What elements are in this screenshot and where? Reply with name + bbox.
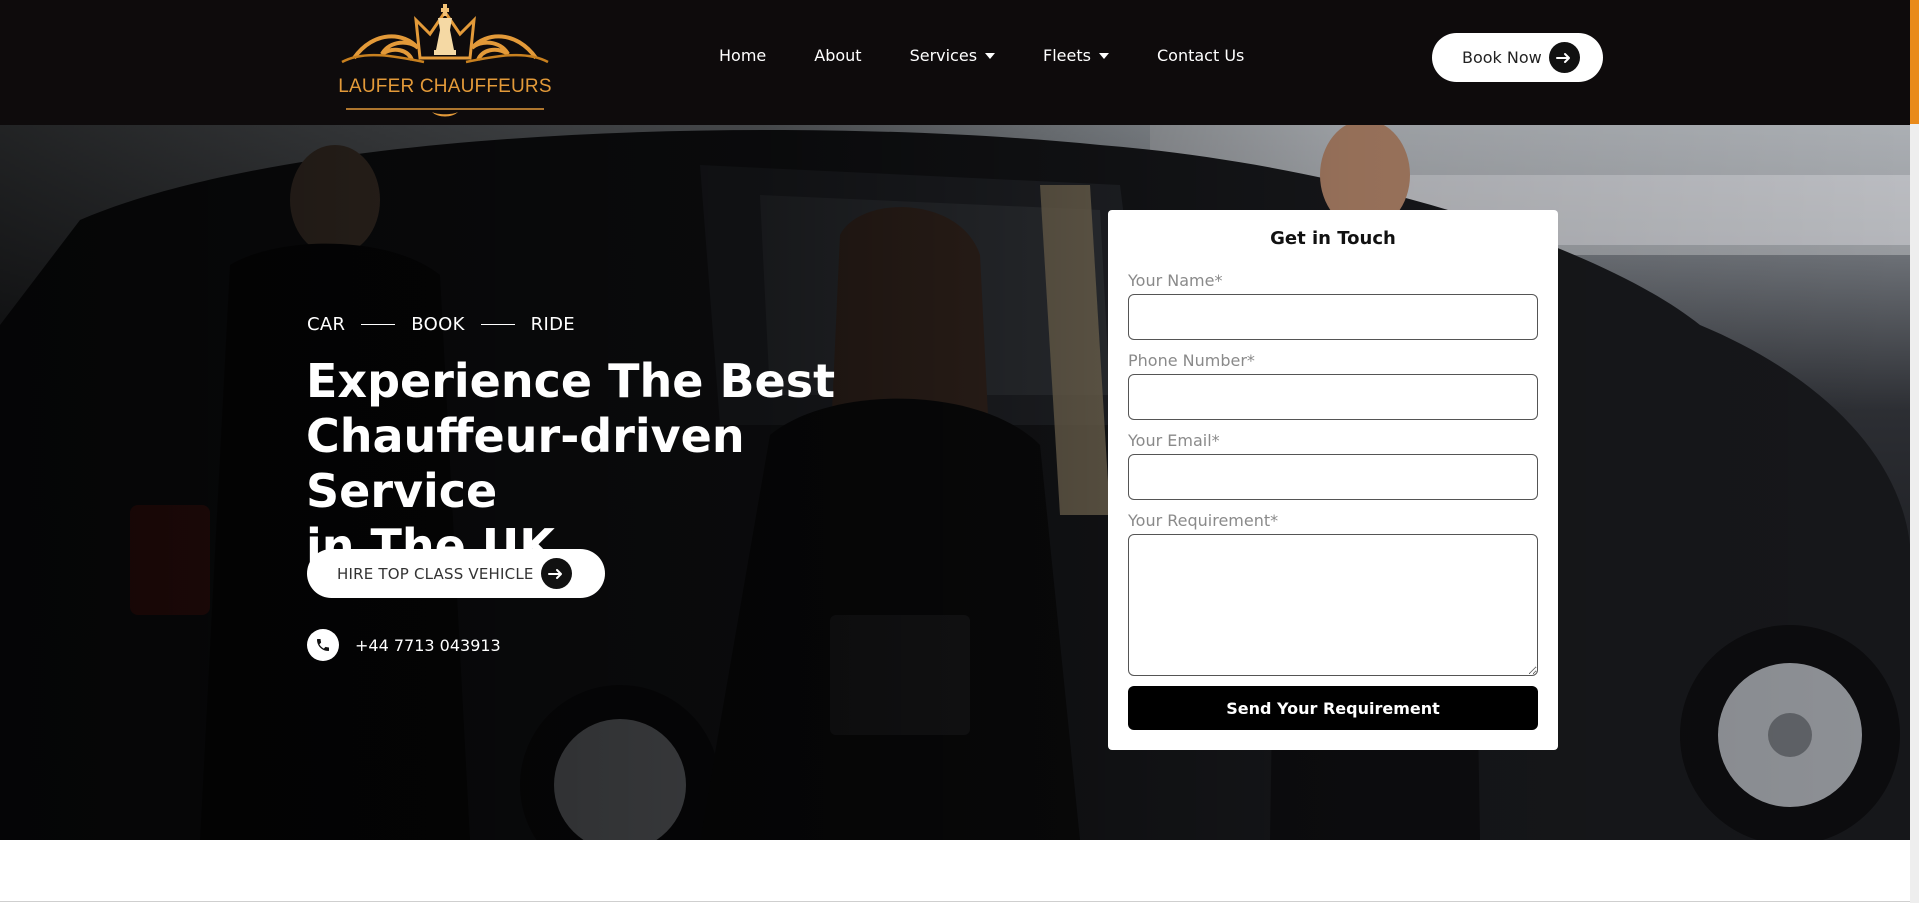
- form-title: Get in Touch: [1270, 228, 1396, 249]
- nav-label: About: [814, 46, 862, 65]
- site-header: LAUFER CHAUFFEURS Home About Services Fl…: [0, 0, 1910, 125]
- nav-item-fleets[interactable]: Fleets: [1043, 46, 1109, 65]
- nav-label: Fleets: [1043, 46, 1091, 65]
- arrow-right-icon: [540, 558, 572, 589]
- caret-down-icon: [1098, 52, 1109, 59]
- hire-vehicle-button[interactable]: HIRE TOP CLASS VEHICLE: [307, 549, 605, 598]
- hero-tagline: CAR BOOK RIDE: [307, 314, 575, 335]
- crown-logo-icon: [341, 4, 549, 117]
- hire-vehicle-label: HIRE TOP CLASS VEHICLE: [337, 564, 534, 583]
- nav-label: Services: [909, 46, 978, 65]
- nav-item-services[interactable]: Services: [909, 46, 996, 65]
- tagline-divider: [480, 324, 515, 325]
- phone-icon: [307, 629, 339, 661]
- name-label: Your Name*: [1128, 271, 1223, 290]
- tagline-book: BOOK: [411, 314, 465, 335]
- scrollbar-track[interactable]: [1910, 0, 1919, 903]
- phone-label: Phone Number*: [1128, 351, 1255, 370]
- section-divider: [0, 901, 1910, 902]
- email-label: Your Email*: [1128, 431, 1220, 450]
- book-now-button[interactable]: Book Now: [1432, 33, 1603, 82]
- hero-section: [0, 125, 1910, 840]
- caret-down-icon: [985, 52, 996, 59]
- nav-item-home[interactable]: Home: [719, 46, 766, 65]
- brand-logo[interactable]: LAUFER CHAUFFEURS: [334, 0, 556, 122]
- phone-contact[interactable]: +44 7713 043913: [307, 629, 501, 661]
- headline-line: Experience The Best: [306, 354, 836, 408]
- arrow-right-icon: [1548, 42, 1580, 73]
- hero-headline: Experience The Best Chauffeur-driven Ser…: [306, 354, 946, 574]
- main-nav: Home About Services Fleets Contact Us: [719, 46, 1292, 65]
- brand-name: LAUFER CHAUFFEURS: [338, 76, 552, 97]
- requirement-textarea[interactable]: [1128, 534, 1538, 676]
- name-input[interactable]: [1128, 294, 1538, 340]
- headline-line: Chauffeur-driven Service: [306, 409, 745, 518]
- requirement-label: Your Requirement*: [1128, 511, 1279, 530]
- tagline-ride: RIDE: [530, 314, 575, 335]
- hero-dark-overlay: [0, 125, 1910, 840]
- email-input[interactable]: [1128, 454, 1538, 500]
- nav-label: Contact Us: [1156, 46, 1245, 65]
- phone-number: +44 7713 043913: [355, 635, 501, 655]
- scrollbar-thumb[interactable]: [1910, 0, 1919, 124]
- send-requirement-button[interactable]: Send Your Requirement: [1128, 686, 1538, 730]
- nav-item-contact[interactable]: Contact Us: [1157, 46, 1244, 65]
- nav-item-about[interactable]: About: [814, 46, 861, 65]
- book-now-label: Book Now: [1462, 48, 1542, 67]
- contact-form: Get in Touch Your Name* Phone Number* Yo…: [1108, 210, 1558, 750]
- tagline-divider: [361, 324, 396, 325]
- tagline-car: CAR: [307, 314, 346, 335]
- phone-input[interactable]: [1128, 374, 1538, 420]
- nav-label: Home: [719, 46, 767, 65]
